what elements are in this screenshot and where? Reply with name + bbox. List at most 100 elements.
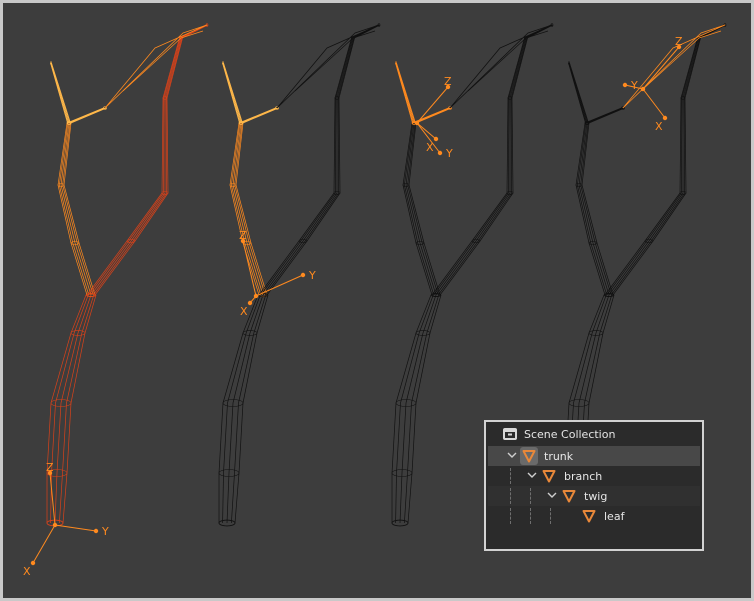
branch-mesh-edge <box>62 122 94 296</box>
object-icon <box>542 470 556 483</box>
axis-x-label: X <box>23 565 31 578</box>
axis-x-handle <box>662 115 668 121</box>
branch-mesh-edge <box>576 122 608 296</box>
scene-collection-icon <box>503 428 517 440</box>
axis-y-handle <box>437 150 443 156</box>
tree-guide-line <box>530 488 531 504</box>
scene-collection-label: Scene Collection <box>524 428 616 441</box>
outliner-item-label: branch <box>564 470 603 483</box>
tree-guide-line <box>510 508 511 524</box>
twig-mesh-edge <box>51 62 71 124</box>
axis-z-line <box>416 86 449 124</box>
twig-mesh-edge <box>242 107 279 124</box>
axis-z-label: Z <box>675 35 683 48</box>
branch-mesh-edge <box>266 24 381 296</box>
chevron-down-icon[interactable] <box>506 449 518 461</box>
outliner-item-trunk[interactable]: trunk <box>488 446 700 466</box>
branch-mesh-edge <box>229 122 260 296</box>
twig-mesh-edge <box>396 62 416 124</box>
branch-mesh-edge <box>260 24 379 296</box>
object-icon <box>562 490 576 503</box>
branch-mesh-edge <box>578 122 610 296</box>
branch-mesh-edge <box>60 122 92 296</box>
axis-z-label: Z <box>46 461 54 474</box>
outliner-item-twig[interactable]: twig <box>488 486 700 506</box>
chevron-down-icon[interactable] <box>546 489 558 501</box>
trunk-mesh-edge <box>399 294 437 524</box>
axis-y-handle <box>93 528 99 534</box>
outliner-item-label: trunk <box>544 450 574 463</box>
trunk-mesh-edge <box>404 294 440 524</box>
object-icon <box>522 450 536 463</box>
trunk-mesh-edge <box>231 294 267 524</box>
leaf-mesh <box>622 24 726 109</box>
branch-mesh-edge <box>258 24 379 296</box>
branch-mesh-edge <box>580 122 612 296</box>
tree-guide-line <box>550 508 551 524</box>
axis-x-line <box>32 524 56 564</box>
axis-z-label: Z <box>444 75 452 88</box>
axis-x-line <box>642 88 666 119</box>
axis-x-handle <box>247 300 253 306</box>
trunk-mesh-edge <box>59 294 95 524</box>
twig-mesh-edge <box>415 107 452 124</box>
branch-mesh-edge <box>604 24 725 296</box>
outliner-item-branch[interactable]: branch <box>488 466 700 486</box>
axis-x-label: X <box>240 305 248 318</box>
branch-mesh-edge <box>437 24 553 296</box>
axis-x-handle <box>433 136 439 142</box>
trunk-mesh-edge <box>54 294 92 524</box>
axis-x-label: X <box>426 141 434 154</box>
branch-mesh-edge <box>606 24 725 296</box>
branch-mesh-edge <box>439 24 554 296</box>
branch-mesh-edge <box>231 122 262 296</box>
axis-x-handle <box>30 560 36 566</box>
branch-mesh-edge <box>57 122 88 296</box>
twig-mesh-edge <box>569 62 589 124</box>
leaf-mesh <box>276 24 380 109</box>
branch-mesh-edge <box>232 122 264 296</box>
twig-mesh-edge <box>223 62 243 124</box>
axis-y-label: Y <box>308 269 316 282</box>
outliner-item-leaf[interactable]: leaf <box>488 506 700 526</box>
leaf-mesh <box>294 30 376 92</box>
leaf-mesh <box>122 30 204 92</box>
leaf-mesh <box>449 24 553 109</box>
branch-mesh-edge <box>58 122 90 296</box>
axis-z-label: Z <box>239 229 247 242</box>
branch-mesh-edge <box>264 24 380 296</box>
twig-mesh-edge <box>588 107 625 124</box>
branch-mesh-edge <box>92 24 208 296</box>
axis-z-line <box>642 46 680 90</box>
axis-y-handle <box>622 82 628 88</box>
branch-mesh-edge <box>86 24 207 296</box>
axis-y-label: Y <box>101 525 109 538</box>
branch-mesh-edge <box>612 24 727 296</box>
axis-y-label: Y <box>630 79 638 92</box>
axis-x-label: X <box>655 120 663 133</box>
axis-z-line <box>242 240 257 297</box>
outliner-panel[interactable]: Scene Collection trunk branch twig leaf <box>484 420 704 551</box>
axis-y-handle <box>300 272 306 278</box>
object-icon <box>582 510 596 523</box>
axis-y-label: Y <box>445 147 453 160</box>
outliner-item-label: leaf <box>604 510 625 523</box>
tree-guide-line <box>510 488 511 504</box>
chevron-down-icon[interactable] <box>526 469 538 481</box>
tree-guide-line <box>530 508 531 524</box>
twig-mesh-edge <box>70 107 107 124</box>
trunk-mesh-edge <box>226 294 264 524</box>
branch-mesh-edge <box>407 122 439 296</box>
outliner-item-label: twig <box>584 490 608 503</box>
leaf-mesh <box>467 30 549 92</box>
axis-x-line <box>416 122 437 140</box>
branch-mesh-edge <box>88 24 207 296</box>
tree-guide-line <box>510 468 511 484</box>
outliner-scene-collection-row[interactable]: Scene Collection <box>488 424 700 444</box>
branch-mesh-edge <box>431 24 552 296</box>
branch-mesh-edge <box>94 24 209 296</box>
branch-mesh-edge <box>610 24 726 296</box>
axis-y-line <box>54 524 97 532</box>
branch-mesh-edge <box>575 122 606 296</box>
leaf-mesh <box>104 24 208 109</box>
